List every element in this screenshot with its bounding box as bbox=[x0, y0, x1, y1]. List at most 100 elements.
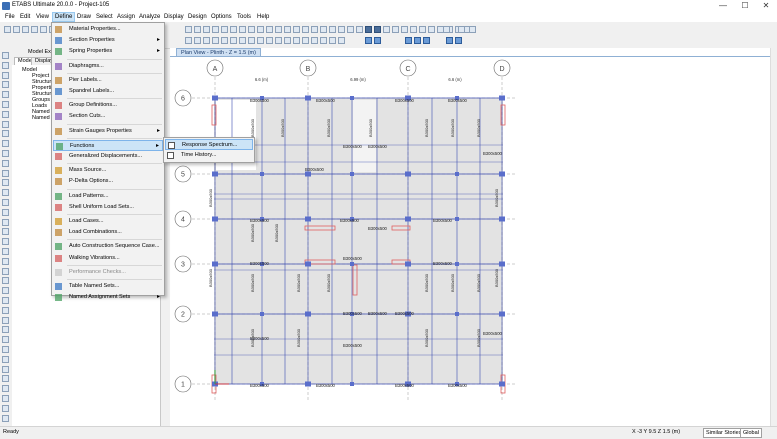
menu-define[interactable]: Define bbox=[52, 12, 76, 22]
toolbar-tool-12-icon[interactable] bbox=[293, 26, 300, 33]
toolbar-row2-1-icon[interactable] bbox=[194, 37, 201, 44]
toolbar-tool-18-icon[interactable] bbox=[347, 26, 354, 33]
draw-tool-26-icon[interactable] bbox=[2, 306, 9, 314]
define-menu-item-p-delta-options[interactable]: P-Delta Options... bbox=[53, 176, 163, 187]
toolbar-row2-4-icon[interactable] bbox=[221, 37, 228, 44]
draw-tool-21-icon[interactable] bbox=[2, 257, 9, 265]
toolbar-dropdown-0-icon[interactable] bbox=[443, 26, 450, 33]
toolbar-row2-14-icon[interactable] bbox=[311, 37, 318, 44]
draw-tool-32-icon[interactable] bbox=[2, 365, 9, 373]
draw-tool-14-icon[interactable] bbox=[2, 189, 9, 197]
draw-tool-34-icon[interactable] bbox=[2, 385, 9, 393]
toolbar-row2-10-icon[interactable] bbox=[275, 37, 282, 44]
define-menu-item-load-combinations[interactable]: Load Combinations... bbox=[53, 227, 163, 238]
toolbar-tool-14-icon[interactable] bbox=[311, 26, 318, 33]
define-menu-item-table-named-sets[interactable]: Table Named Sets... bbox=[53, 281, 163, 292]
view-toggle-3-icon[interactable] bbox=[414, 37, 421, 44]
define-menu-item-walking-vibrations[interactable]: Walking Vibrations... bbox=[53, 253, 163, 264]
toolbar-tool-22-icon[interactable] bbox=[383, 26, 390, 33]
define-menu-item-mass-source[interactable]: Mass Source... bbox=[53, 165, 163, 176]
toolbar-button-0-icon[interactable] bbox=[4, 26, 11, 33]
toolbar-tool-1-icon[interactable] bbox=[194, 26, 201, 33]
toolbar-row2-13-icon[interactable] bbox=[302, 37, 309, 44]
define-menu-item-auto-construction-sequence-case[interactable]: Auto Construction Sequence Case... bbox=[53, 241, 163, 252]
menu-assign[interactable]: Assign bbox=[115, 13, 137, 21]
menu-analyze[interactable]: Analyze bbox=[137, 13, 162, 21]
toolbar-row2-5-icon[interactable] bbox=[230, 37, 237, 44]
toolbar-tool-11-icon[interactable] bbox=[284, 26, 291, 33]
define-menu-item-pier-labels[interactable]: Pier Labels... bbox=[53, 75, 163, 86]
define-menu-item-load-patterns[interactable]: Load Patterns... bbox=[53, 191, 163, 202]
draw-tool-29-icon[interactable] bbox=[2, 336, 9, 344]
draw-tool-3-icon[interactable] bbox=[2, 81, 9, 89]
toolbar-tool-0-icon[interactable] bbox=[185, 26, 192, 33]
draw-tool-35-icon[interactable] bbox=[2, 395, 9, 402]
toolbar-tool-25-icon[interactable] bbox=[410, 26, 417, 33]
submenu-item-time-history[interactable]: Time History... bbox=[165, 150, 253, 161]
toolbar-tool-17-icon[interactable] bbox=[338, 26, 345, 33]
draw-tool-24-icon[interactable] bbox=[2, 287, 9, 295]
draw-tool-0-icon[interactable] bbox=[2, 52, 9, 59]
view-toggle-4-icon[interactable] bbox=[423, 37, 430, 44]
define-menu-item-spandrel-labels[interactable]: Spandrel Labels... bbox=[53, 86, 163, 97]
draw-tool-20-icon[interactable] bbox=[2, 248, 9, 255]
toolbar-row2-0-icon[interactable] bbox=[185, 37, 192, 44]
toolbar-row2-17-icon[interactable] bbox=[338, 37, 345, 44]
menu-edit[interactable]: Edit bbox=[18, 13, 32, 21]
draw-tool-17-icon[interactable] bbox=[2, 218, 9, 226]
menu-view[interactable]: View bbox=[34, 13, 51, 21]
toolbar-button-3-icon[interactable] bbox=[31, 26, 38, 33]
toolbar-tool-4-icon[interactable] bbox=[221, 26, 228, 33]
draw-tool-28-icon[interactable] bbox=[2, 326, 9, 334]
draw-tool-27-icon[interactable] bbox=[2, 316, 9, 324]
menu-display[interactable]: Display bbox=[162, 13, 186, 21]
coord-system-selector[interactable]: Global bbox=[740, 428, 762, 438]
draw-tool-33-icon[interactable] bbox=[2, 375, 9, 383]
toolbar-dropdown-2-icon[interactable] bbox=[469, 26, 476, 33]
draw-tool-13-icon[interactable] bbox=[2, 179, 9, 187]
toolbar-tool-9-icon[interactable] bbox=[266, 26, 273, 33]
define-menu-item-functions[interactable]: Functions ▸ bbox=[53, 139, 163, 151]
draw-tool-2-icon[interactable] bbox=[2, 71, 9, 79]
toolbar-tool-8-icon[interactable] bbox=[257, 26, 264, 33]
menu-design[interactable]: Design bbox=[186, 13, 209, 21]
toolbar-tool-7-icon[interactable] bbox=[248, 26, 255, 33]
toolbar-button-2-icon[interactable] bbox=[22, 26, 29, 33]
menu-tools[interactable]: Tools bbox=[235, 13, 253, 21]
draw-tool-4-icon[interactable] bbox=[2, 91, 9, 99]
toolbar-tool-26-icon[interactable] bbox=[419, 26, 426, 33]
view-toggle-1-icon[interactable] bbox=[374, 37, 381, 44]
plan-view-canvas[interactable]: B300x500 B300x500 B300x500 B300x500 B300x500… bbox=[170, 56, 770, 427]
menu-draw[interactable]: Draw bbox=[75, 13, 93, 21]
draw-tool-31-icon[interactable] bbox=[2, 355, 9, 363]
toolbar-tool-20-icon[interactable] bbox=[365, 26, 372, 33]
draw-tool-15-icon[interactable] bbox=[2, 199, 9, 206]
draw-tool-11-icon[interactable] bbox=[2, 159, 9, 167]
toolbar-row2-9-icon[interactable] bbox=[266, 37, 273, 44]
toolbar-row2-7-icon[interactable] bbox=[248, 37, 255, 44]
menu-file[interactable]: File bbox=[3, 13, 17, 21]
draw-tool-10-icon[interactable] bbox=[2, 150, 9, 157]
menu-options[interactable]: Options bbox=[209, 13, 234, 21]
view-toggle-6-icon[interactable] bbox=[455, 37, 462, 44]
draw-tool-36-icon[interactable] bbox=[2, 404, 9, 412]
maximize-button[interactable]: ☐ bbox=[734, 1, 756, 11]
toolbar-row2-15-icon[interactable] bbox=[320, 37, 327, 44]
define-menu-item-section-properties[interactable]: Section Properties ▸ bbox=[53, 35, 163, 46]
story-selector[interactable]: Similar Stories bbox=[703, 428, 745, 438]
draw-tool-30-icon[interactable] bbox=[2, 346, 9, 353]
toolbar-tool-13-icon[interactable] bbox=[302, 26, 309, 33]
toolbar-row2-3-icon[interactable] bbox=[212, 37, 219, 44]
toolbar-tool-16-icon[interactable] bbox=[329, 26, 336, 33]
toolbar-row2-2-icon[interactable] bbox=[203, 37, 210, 44]
vertical-scrollbar[interactable] bbox=[770, 48, 777, 426]
define-menu-item-diaphragms[interactable]: Diaphragms... bbox=[53, 61, 163, 72]
toolbar-button-4-icon[interactable] bbox=[40, 26, 47, 33]
draw-tool-9-icon[interactable] bbox=[2, 140, 9, 148]
minimize-button[interactable]: — bbox=[712, 1, 734, 11]
draw-tool-16-icon[interactable] bbox=[2, 208, 9, 216]
menu-select[interactable]: Select bbox=[94, 13, 115, 21]
toolbar-tool-21-icon[interactable] bbox=[374, 26, 381, 33]
draw-tool-12-icon[interactable] bbox=[2, 169, 9, 177]
draw-tool-7-icon[interactable] bbox=[2, 120, 9, 128]
